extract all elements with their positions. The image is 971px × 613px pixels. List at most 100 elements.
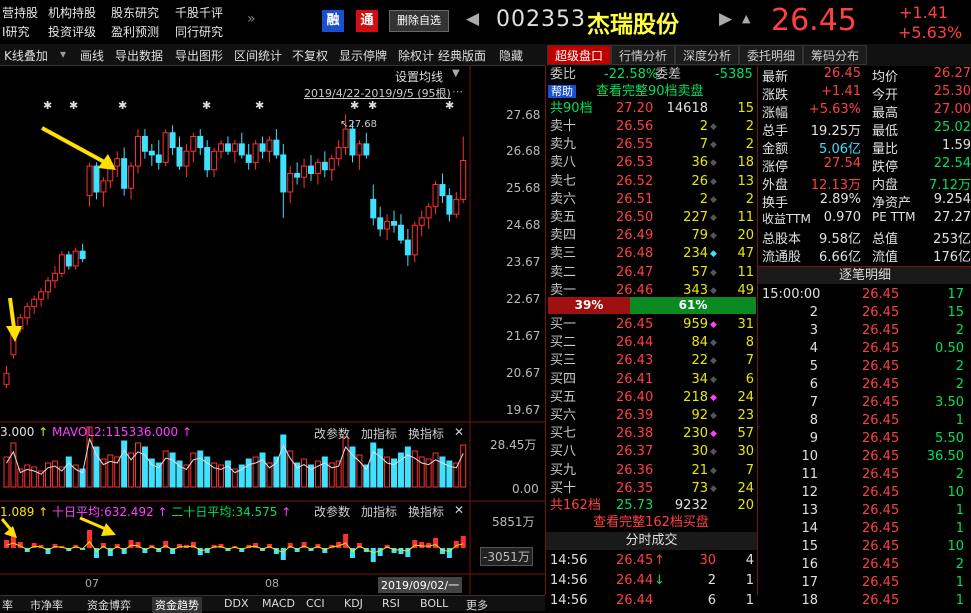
volume-bar	[24, 464, 31, 488]
tab-macd[interactable]: MACD	[262, 597, 295, 610]
margin-badge[interactable]: 融	[322, 10, 344, 32]
buy-level-row[interactable]: 买六 26.39 92 ◆ 23	[550, 407, 756, 425]
tick-volume: 3.50	[935, 395, 964, 410]
prev-stock-icon[interactable]: ◀	[466, 9, 479, 29]
link-peer-research[interactable]: 同行研究	[175, 23, 223, 40]
tab-ddx[interactable]: DDX	[224, 597, 248, 610]
buy-level-row[interactable]: 买一 26.45 959 ◆ 31	[550, 316, 756, 334]
tab-super-quote[interactable]: 超级盘口	[547, 45, 611, 65]
classic-layout-button[interactable]: 经典版面	[438, 47, 486, 64]
tab-boll[interactable]: BOLL	[420, 597, 448, 610]
buy-level-row[interactable]: 买七 26.38 230 ◆ 57	[550, 425, 756, 443]
vol-params-button[interactable]: 改参数	[314, 425, 350, 442]
trade-time: 14:56	[550, 573, 588, 588]
candle	[252, 143, 259, 163]
tab-cci[interactable]: CCI	[306, 597, 325, 610]
level-marker-icon: ◆	[710, 338, 717, 349]
ma-settings-button[interactable]: 设置均线	[395, 68, 443, 85]
next-stock-icon[interactable]: ▶	[719, 9, 732, 29]
link-research[interactable]: I研究	[2, 23, 30, 40]
link-forecast[interactable]: 盈利预测	[111, 23, 159, 40]
remove-watchlist-button[interactable]: 删除自选	[389, 10, 449, 32]
candle	[439, 184, 446, 197]
sell-level-row[interactable]: 卖十 26.56 2 ◆ 2	[550, 118, 756, 136]
sell-level-row[interactable]: 卖四 26.49 79 ◆ 20	[550, 227, 756, 245]
buy-level-row[interactable]: 买十 26.35 73 ◆ 24	[550, 480, 756, 498]
fund-close-icon[interactable]: ✕	[454, 503, 464, 517]
level-orders: 11	[737, 264, 754, 280]
buy-total-row[interactable]: 共162档 25.73 9232 20	[550, 497, 756, 515]
view-full-sell-link[interactable]: 查看完整90档卖盘	[596, 83, 704, 101]
level-volume: 34	[691, 371, 708, 387]
link-holdings[interactable]: 营持股	[2, 4, 38, 21]
buy-level-row[interactable]: 买五 26.40 218 ◆ 24	[550, 389, 756, 407]
level-label: 买三	[550, 353, 577, 369]
sell-level-row[interactable]: 卖七 26.52 26 ◆ 13	[550, 173, 756, 191]
buy-level-row[interactable]: 买四 26.41 34 ◆ 6	[550, 371, 756, 389]
level-marker-icon: ◆	[710, 411, 717, 421]
link-shareholder-research[interactable]: 股东研究	[111, 4, 159, 21]
vol-add-indicator-button[interactable]: 加指标	[361, 425, 397, 442]
vol-change-indicator-button[interactable]: 换指标	[408, 425, 444, 442]
link-institution-holdings[interactable]: 机构持股	[48, 4, 96, 21]
sell-total-orders: 15	[737, 101, 754, 116]
export-image-button[interactable]: 导出图形	[175, 47, 223, 64]
help-button[interactable]: 帮助	[548, 85, 576, 98]
show-suspension-button[interactable]: 显示停牌	[339, 47, 387, 64]
fund-params-button[interactable]: 改参数	[314, 503, 350, 520]
chart-options-icon[interactable]: ⋯	[452, 85, 463, 98]
ex-rights-button[interactable]: 除权计	[398, 47, 434, 64]
level-volume: 57	[691, 264, 708, 280]
fund-axis-max: 5851万	[492, 515, 535, 529]
sell-level-row[interactable]: 卖五 26.50 227 ◆ 11	[550, 209, 756, 227]
view-full-buy-link[interactable]: 查看完整162档买盘	[548, 514, 754, 532]
sell-level-row[interactable]: 卖八 26.53 36 ◆ 18	[550, 154, 756, 172]
link-rating[interactable]: 投资评级	[48, 23, 96, 40]
quote-label: 涨跌	[762, 88, 789, 103]
alert-bell-icon[interactable]: ▲	[742, 12, 750, 25]
month-label-07: 07	[85, 577, 99, 590]
link-stock-reviews[interactable]: 千股千评	[175, 4, 223, 21]
range-stats-button[interactable]: 区间统计	[234, 47, 282, 64]
level-marker-icon: ◆	[710, 392, 717, 403]
sell-level-row[interactable]: 卖二 26.47 57 ◆ 11	[550, 264, 756, 282]
kline-overlay-button[interactable]: K线叠加	[4, 47, 48, 64]
sell-total-volume: 14618	[666, 101, 708, 116]
tab-market-analysis[interactable]: 行情分析	[611, 45, 675, 65]
no-adjust-button[interactable]: 不复权	[292, 47, 328, 64]
tick-volume: 1	[955, 413, 964, 428]
level-price: 26.39	[616, 408, 654, 423]
connect-badge[interactable]: 通	[356, 10, 378, 32]
export-data-button[interactable]: 导出数据	[115, 47, 163, 64]
volume-bar	[141, 446, 148, 488]
draw-line-button[interactable]: 画线	[80, 47, 104, 64]
sell-level-row[interactable]: 卖三 26.48 234 ◆ 47	[550, 245, 756, 263]
quote-label: 外盘	[762, 178, 789, 193]
volume-bar	[460, 444, 467, 488]
level-price: 26.40	[616, 389, 654, 405]
sell-total-row[interactable]: 共90档 27.20 14618 15	[550, 100, 756, 118]
sell-level-row[interactable]: 卖九 26.55 7 ◆ 2	[550, 136, 756, 154]
volume-bar	[190, 452, 197, 488]
tab-kdj[interactable]: KDJ	[344, 597, 363, 610]
buy-level-row[interactable]: 买三 26.43 22 ◆ 7	[550, 352, 756, 370]
tab-order-detail[interactable]: 委托明细	[739, 45, 803, 65]
tab-depth-analysis[interactable]: 深度分析	[675, 45, 739, 65]
more-links-icon[interactable]: »	[247, 11, 256, 27]
buy-level-row[interactable]: 买二 26.44 84 ◆ 8	[550, 334, 756, 352]
tab-rsi[interactable]: RSI	[382, 597, 400, 610]
tab-chip-distribution[interactable]: 筹码分布	[803, 45, 867, 65]
candle	[128, 165, 135, 189]
level-orders: 6	[745, 371, 754, 387]
vol-close-icon[interactable]: ✕	[454, 425, 464, 439]
volume-bar	[453, 462, 460, 488]
fund-add-indicator-button[interactable]: 加指标	[361, 503, 397, 520]
fund-change-indicator-button[interactable]: 换指标	[408, 503, 444, 520]
buy-level-row[interactable]: 买八 26.37 30 ◆ 30	[550, 443, 756, 461]
hide-button[interactable]: 隐藏	[499, 47, 523, 64]
ma-settings-arrow-icon[interactable]: ▼	[452, 68, 460, 79]
candle	[121, 158, 128, 189]
fund-bar	[419, 542, 425, 548]
buy-level-row[interactable]: 买九 26.36 21 ◆ 7	[550, 462, 756, 480]
sell-level-row[interactable]: 卖六 26.51 2 ◆ 2	[550, 191, 756, 209]
